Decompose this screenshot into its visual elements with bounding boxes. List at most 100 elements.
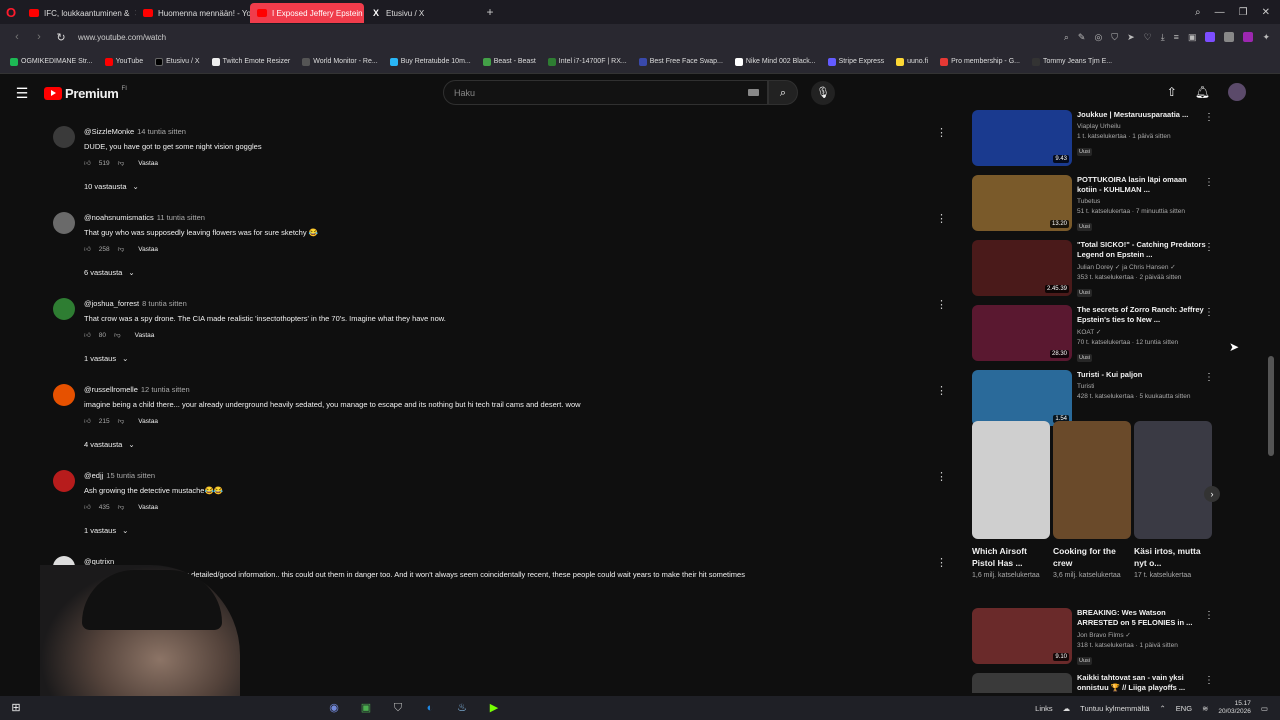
reply-button[interactable]: Vastaa	[138, 418, 158, 425]
like-icon[interactable]: 👍︎	[84, 245, 91, 253]
more-options-icon[interactable]: ⋮	[936, 298, 947, 311]
short-thumbnail[interactable]	[972, 421, 1050, 539]
short-item[interactable]: Cooking for the crew 3,6 milj. katseluke…	[1053, 421, 1131, 581]
bookmark[interactable]: YouTube	[101, 53, 148, 71]
bookmark[interactable]: Tommy Jeans Tjm E...	[1028, 53, 1116, 71]
comment-author[interactable]: @russellromelle	[84, 385, 138, 394]
channel-name[interactable]: Tubetus	[1077, 198, 1207, 205]
video-title[interactable]: BREAKING: Wes Watson ARRESTED on 5 FELON…	[1077, 608, 1207, 628]
more-options-icon[interactable]: ⋮	[936, 126, 947, 139]
replies-toggle[interactable]: 10 vastausta ⌄	[84, 182, 954, 191]
send-icon[interactable]: ➤	[1127, 32, 1135, 43]
channel-name[interactable]: Jon Bravo Films ✓	[1077, 631, 1207, 639]
extension-2-icon[interactable]	[1224, 31, 1235, 42]
bookmark[interactable]: Etusivu / X	[151, 53, 203, 71]
extension-3-icon[interactable]	[1243, 31, 1254, 42]
weather-icon[interactable]: ☁	[1063, 704, 1071, 713]
short-item[interactable]: Käsi irtos, mutta nyt o... 17 t. katselu…	[1134, 421, 1212, 581]
avatar[interactable]	[53, 384, 75, 406]
steam-icon[interactable]: ♨	[450, 698, 474, 718]
mic-button[interactable]: 🎙	[811, 81, 835, 105]
notifications-icon[interactable]: ▭	[1261, 704, 1268, 713]
video-thumbnail[interactable]: 9.10	[972, 608, 1072, 664]
like-icon[interactable]: 👍︎	[84, 159, 91, 167]
video-title[interactable]: POTTUKOIRA lasin läpi omaan kotiin - KUH…	[1077, 175, 1207, 195]
replies-toggle[interactable]: 1 vastaus ⌄	[84, 354, 954, 363]
related-video[interactable]: 28.30 The secrets of Zorro Ranch: Jeffre…	[972, 305, 1272, 370]
short-title[interactable]: Käsi irtos, mutta nyt o...	[1134, 545, 1212, 569]
maximize-icon[interactable]: ❐	[1239, 7, 1248, 18]
comment-author[interactable]: @SizzleMonke	[84, 127, 134, 136]
replies-toggle[interactable]: 4 vastausta ⌄	[84, 440, 954, 449]
bookmark[interactable]: Best Free Face Swap...	[635, 53, 727, 71]
avatar[interactable]	[53, 470, 75, 492]
scrollbar[interactable]	[1268, 356, 1274, 456]
comment-author[interactable]: @noahsnumismatics	[84, 213, 154, 222]
ai-icon[interactable]: ✦	[1262, 32, 1270, 43]
short-thumbnail[interactable]	[1134, 421, 1212, 539]
bookmark[interactable]: Intel i7-14700F | RX...	[544, 53, 631, 71]
opera-icon[interactable]: O	[0, 0, 22, 24]
replies-toggle[interactable]: 6 vastausta ⌄	[84, 268, 954, 277]
heart-icon[interactable]: ♡	[1144, 32, 1152, 43]
avatar[interactable]	[53, 298, 75, 320]
video-thumbnail[interactable]	[972, 673, 1072, 693]
more-options-icon[interactable]: ⋮	[1204, 307, 1214, 318]
tab-2[interactable]: Huomenna mennään! - Yo✕	[136, 3, 250, 23]
reply-button[interactable]: Vastaa	[135, 332, 155, 339]
more-options-icon[interactable]: ⋮	[1204, 112, 1214, 123]
bookmark[interactable]: Beast - Beast	[479, 53, 540, 71]
short-title[interactable]: Which Airsoft Pistol Has ...	[972, 545, 1050, 569]
video-thumbnail[interactable]: 1.54	[972, 370, 1072, 426]
reload-icon[interactable]: ↻	[50, 31, 72, 44]
video-title[interactable]: The secrets of Zorro Ranch: Jeffrey Epst…	[1077, 305, 1207, 325]
dislike-icon[interactable]: 👎︎	[118, 503, 125, 511]
video-thumbnail[interactable]: 28.30	[972, 305, 1072, 361]
shield-icon[interactable]: ⛉	[1111, 32, 1118, 43]
wifi-icon[interactable]: ≋	[1202, 704, 1208, 713]
extension-1-icon[interactable]	[1205, 31, 1216, 42]
bookmark[interactable]: Stripe Express	[824, 53, 889, 71]
search-button[interactable]: ⌕	[768, 80, 798, 105]
video-title[interactable]: Turisti - Kui paljon	[1077, 370, 1207, 380]
video-thumbnail[interactable]: 2.45.39	[972, 240, 1072, 296]
tab-1[interactable]: IFC, loukkaantuminen &✕	[22, 3, 136, 23]
new-tab-button[interactable]: +	[478, 5, 502, 19]
video-thumbnail[interactable]: 13.20	[972, 175, 1072, 231]
avatar[interactable]	[1228, 83, 1246, 101]
tab-4[interactable]: X Etusivu / X	[364, 3, 478, 23]
menu-icon[interactable]: ≡	[1174, 32, 1179, 43]
bookmark[interactable]: Pro membership - G...	[936, 53, 1024, 71]
edit-icon[interactable]: ✎	[1078, 32, 1086, 43]
more-options-icon[interactable]: ⋮	[1204, 675, 1214, 686]
video-title[interactable]: Kaikki tahtovat san - vain yksi onnistuu…	[1077, 673, 1207, 693]
bookmark[interactable]: uuno.fi	[892, 53, 932, 71]
more-options-icon[interactable]: ⋮	[1204, 177, 1214, 188]
short-title[interactable]: Cooking for the crew	[1053, 545, 1131, 569]
url-field[interactable]: www.youtube.com/watch	[78, 33, 1064, 42]
shield-app-icon[interactable]: ⛉	[386, 698, 410, 718]
more-options-icon[interactable]: ⋮	[936, 470, 947, 483]
more-options-icon[interactable]: ⋮	[936, 212, 947, 225]
related-video[interactable]: 13.20 POTTUKOIRA lasin läpi omaan kotiin…	[972, 175, 1272, 240]
channel-name[interactable]: Julian Dorey ✓ ja Chris Hansen ✓	[1077, 263, 1207, 271]
video-title[interactable]: Joukkue | Mestaruusparaatia ...	[1077, 110, 1207, 120]
like-icon[interactable]: 👍︎	[84, 503, 91, 511]
keyboard-icon[interactable]	[748, 89, 759, 96]
search-input[interactable]: Haku	[443, 80, 768, 105]
bookmark[interactable]: OGMIKEDIMANE Str...	[6, 53, 97, 71]
more-options-icon[interactable]: ⋮	[1204, 610, 1214, 621]
more-options-icon[interactable]: ⋮	[936, 384, 947, 397]
chevron-up-icon[interactable]: ⌃	[1160, 704, 1166, 713]
bookmark[interactable]: Buy Retratubde 10m...	[386, 53, 475, 71]
app-icon[interactable]: ▣	[354, 698, 378, 718]
short-item[interactable]: Which Airsoft Pistol Has ... 1,6 milj. k…	[972, 421, 1050, 581]
youtube-logo[interactable]: Premium FI	[44, 86, 127, 101]
related-video[interactable]: 9.10 BREAKING: Wes Watson ARRESTED on 5 …	[972, 608, 1272, 673]
comment-author[interactable]: @joshua_forrest	[84, 299, 139, 308]
extension-icon[interactable]: ▣	[1188, 32, 1197, 43]
back-icon[interactable]: ‹	[6, 31, 28, 43]
bookmark[interactable]: World Monitor - Re...	[298, 53, 381, 71]
clock[interactable]: 15.17 20/03/2026	[1218, 700, 1251, 716]
forward-icon[interactable]: ›	[28, 31, 50, 43]
